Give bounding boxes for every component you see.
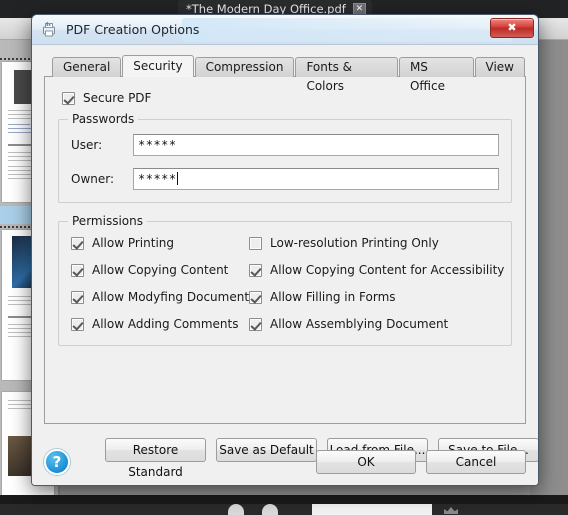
checkbox-icon bbox=[71, 263, 84, 277]
passwords-group-label: Passwords bbox=[68, 112, 139, 126]
tab-fonts-and-colors[interactable]: Fonts & Colors bbox=[295, 57, 398, 93]
owner-password-value: ***** bbox=[138, 172, 177, 186]
owner-password-row: Owner: ***** bbox=[71, 168, 499, 190]
permissions-group-label: Permissions bbox=[68, 214, 147, 228]
taskbar-window-button[interactable] bbox=[312, 504, 432, 515]
window-close-button[interactable]: ✖ bbox=[490, 18, 534, 38]
dialog-footer: ? OK Cancel bbox=[44, 448, 526, 476]
owner-password-label: Owner: bbox=[71, 172, 115, 186]
allow-modifying-document-checkbox[interactable]: Allow Modyfing Document bbox=[71, 290, 249, 304]
checkbox-icon bbox=[249, 236, 263, 250]
footer-actions: OK Cancel bbox=[316, 450, 526, 474]
pdf-printer-icon bbox=[41, 21, 58, 38]
checkbox-icon bbox=[71, 290, 84, 304]
tab-compression[interactable]: Compression bbox=[194, 57, 295, 77]
text-caret bbox=[176, 172, 178, 185]
dialog-title: PDF Creation Options bbox=[66, 22, 200, 37]
help-icon[interactable]: ? bbox=[44, 449, 70, 475]
user-password-value: ***** bbox=[138, 138, 177, 152]
system-taskbar bbox=[0, 495, 568, 515]
allow-copying-content-label: Allow Copying Content bbox=[92, 263, 229, 277]
low-resolution-printing-only-checkbox[interactable]: Low-resolution Printing Only bbox=[249, 236, 504, 250]
taskbar-item-icon[interactable] bbox=[262, 504, 278, 515]
allow-copying-content-for-accessibility-label: Allow Copying Content for Accessibility bbox=[270, 263, 505, 277]
user-password-input[interactable]: ***** bbox=[133, 134, 499, 156]
allow-printing-label: Allow Printing bbox=[92, 236, 175, 250]
tab-strip: General Security Compression Fonts & Col… bbox=[44, 55, 526, 93]
taskbar-tray-icon[interactable] bbox=[444, 507, 458, 514]
allow-adding-comments-checkbox[interactable]: Allow Adding Comments bbox=[71, 317, 249, 331]
pdf-creation-options-dialog: PDF Creation Options ✖ General Security … bbox=[31, 14, 539, 486]
allow-adding-comments-label: Allow Adding Comments bbox=[92, 317, 239, 331]
secure-pdf-label: Secure PDF bbox=[83, 91, 152, 105]
passwords-group: Passwords User: ***** Owner: ***** bbox=[58, 112, 512, 203]
owner-password-input[interactable]: ***** bbox=[133, 168, 499, 190]
tab-ms-office[interactable]: MS Office bbox=[398, 57, 474, 93]
ok-button[interactable]: OK bbox=[316, 450, 416, 474]
allow-filling-in-forms-label: Allow Filling in Forms bbox=[270, 290, 396, 304]
checkbox-icon bbox=[71, 236, 84, 250]
allow-copying-content-for-accessibility-checkbox[interactable]: Allow Copying Content for Accessibility bbox=[249, 263, 504, 277]
security-tab-panel: Secure PDF Passwords User: ***** Owner: … bbox=[44, 76, 526, 424]
tab-security[interactable]: Security bbox=[122, 55, 194, 77]
checkbox-icon bbox=[249, 263, 263, 277]
taskbar-item-icon[interactable] bbox=[228, 504, 244, 515]
user-password-label: User: bbox=[71, 138, 103, 152]
allow-filling-in-forms-checkbox[interactable]: Allow Filling in Forms bbox=[249, 290, 504, 304]
allow-modifying-document-label: Allow Modyfing Document bbox=[92, 290, 250, 304]
checkbox-icon bbox=[62, 91, 75, 105]
low-resolution-printing-only-label: Low-resolution Printing Only bbox=[270, 236, 439, 250]
cancel-button[interactable]: Cancel bbox=[426, 450, 526, 474]
taskbar-inner bbox=[0, 504, 568, 515]
dialog-title-bar[interactable]: PDF Creation Options ✖ bbox=[32, 15, 538, 45]
allow-printing-checkbox[interactable]: Allow Printing bbox=[71, 236, 249, 250]
checkbox-icon bbox=[249, 317, 263, 331]
checkbox-icon bbox=[71, 317, 84, 331]
allow-copying-content-checkbox[interactable]: Allow Copying Content bbox=[71, 263, 249, 277]
allow-assembling-document-checkbox[interactable]: Allow Assemblying Document bbox=[249, 317, 504, 331]
allow-assembling-document-label: Allow Assemblying Document bbox=[270, 317, 449, 331]
permissions-left-column: Allow Printing Allow Copying Content All… bbox=[71, 236, 249, 331]
tab-general[interactable]: General bbox=[52, 57, 122, 77]
permissions-group: Permissions Allow Printing Allow Copying… bbox=[58, 214, 512, 346]
checkbox-icon bbox=[249, 290, 263, 304]
dialog-body: General Security Compression Fonts & Col… bbox=[32, 45, 538, 485]
tab-view[interactable]: View bbox=[474, 57, 525, 77]
permissions-right-column: Low-resolution Printing Only Allow Copyi… bbox=[249, 236, 504, 331]
user-password-row: User: ***** bbox=[71, 134, 499, 156]
